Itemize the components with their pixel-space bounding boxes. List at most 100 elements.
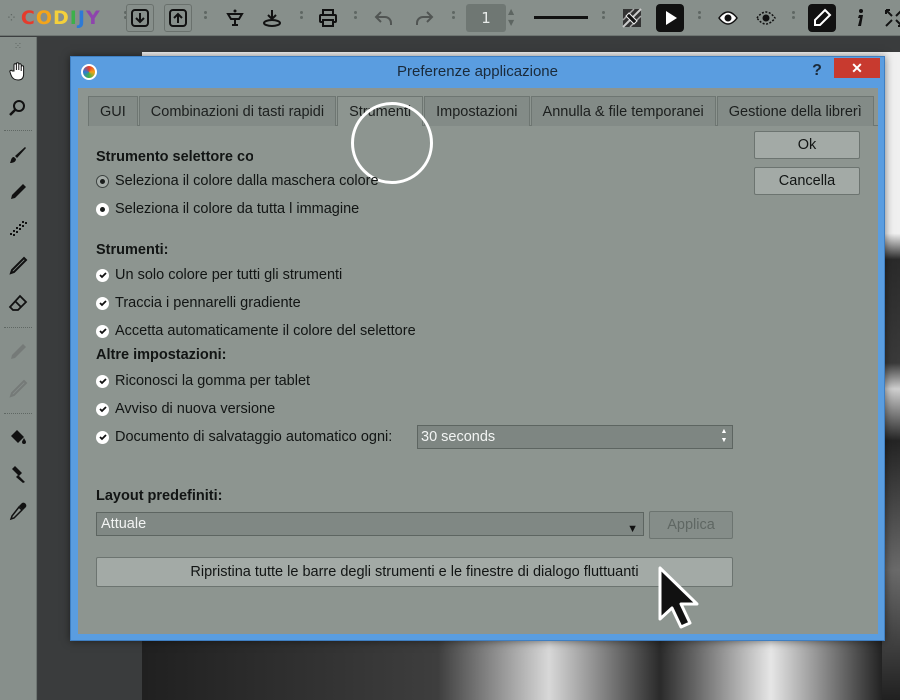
check-single-color[interactable]: Un solo colore per tutti gli strumenti [96,267,342,283]
checkbox-icon[interactable] [96,296,109,310]
option-label: Seleziona il colore dalla maschera color… [115,173,379,189]
autosave-interval-field[interactable]: 30 seconds ▲ ▼ [417,425,733,449]
color-recipe-button[interactable] [258,4,286,32]
option-label: Traccia i pennarelli gradiente [115,295,301,311]
left-toolbar: ⁙ [0,37,37,700]
redo-icon [416,11,434,25]
hand-icon [9,62,25,81]
tab-library[interactable]: Gestione della librerì [716,96,874,126]
pencil-tool[interactable] [4,178,32,206]
separator [4,413,32,414]
option-label: Riconosci la gomma per tablet [115,373,311,389]
spray-tool[interactable] [4,215,32,243]
dialog-title: Preferenze applicazione [397,63,558,80]
fullscreen-icon [885,9,900,27]
option-label: Documento di salvataggio automatico ogni… [115,429,393,445]
checkbox-icon[interactable] [96,324,109,338]
grip-icon: ⁙ [13,40,23,52]
brand-letter: J [77,7,86,29]
autosave-stepper[interactable]: ▲ ▼ [717,427,731,445]
fullscreen-button[interactable] [880,4,900,32]
smudge-tool[interactable] [4,338,32,366]
open-button[interactable] [126,4,154,32]
checkbox-icon[interactable] [96,268,109,282]
brand-logo: CODIJY [21,7,101,29]
print-icon [319,9,337,27]
photo-bottom-strip [142,640,882,700]
check-autosave[interactable]: Documento di salvataggio automatico ogni… [96,429,392,445]
checkbox-icon[interactable] [96,374,109,388]
mouse-cursor-icon [658,566,699,629]
tab-settings[interactable]: Impostazioni [424,96,530,126]
thin-pen-tool[interactable] [4,252,32,280]
tab-undo-temp[interactable]: Annulla & file temporanei [530,96,716,126]
save-button[interactable] [164,4,192,32]
apply-button[interactable]: Applica [649,511,733,539]
line-tool[interactable] [4,375,32,403]
option-select-from-mask[interactable]: Seleziona il colore dalla maschera color… [96,173,379,189]
layout-select[interactable]: Attuale ▼ [96,512,644,536]
brand-letter: D [53,7,70,29]
toolbar-grip[interactable] [450,11,458,25]
close-button[interactable]: ✕ [834,58,880,78]
fill-button[interactable] [618,4,646,32]
redo-button[interactable] [410,4,438,32]
toolbar-grip[interactable] [352,11,360,25]
spray-icon [10,221,27,236]
check-auto-accept-color[interactable]: Accetta automaticamente il colore del se… [96,323,416,339]
fill-bucket-tool[interactable] [4,423,32,451]
brand-letter: O [35,7,54,29]
checkbox-icon[interactable] [96,430,109,444]
hammer-tool[interactable] [4,460,32,488]
toolbar-grip[interactable] [298,11,306,25]
grip-icon[interactable]: ⁘ [6,11,17,26]
help-button[interactable]: ? [806,60,828,82]
eraser-tool[interactable] [4,289,32,317]
page-spinbox[interactable]: 1 [466,4,506,32]
eraser-icon [8,294,28,311]
left-toolbar-grip[interactable]: ⁙ [4,40,32,52]
tab-gui[interactable]: GUI [88,96,138,126]
eyedropper-tool[interactable] [4,497,32,525]
info-button[interactable] [846,4,874,32]
print-button[interactable] [314,4,342,32]
reset-toolbars-button[interactable]: Ripristina tutte le barre degli strument… [96,557,733,587]
option-select-from-image[interactable]: Seleziona il colore da tutta l immagine [96,201,359,217]
preview-button[interactable] [714,4,742,32]
mask-icon [756,11,776,25]
undo-button[interactable] [370,4,398,32]
option-label: Seleziona il colore da tutta l immagine [115,201,360,217]
selector-heading: Strumento selettore colo [96,149,253,165]
brand-letter: I [69,7,78,29]
radio-icon[interactable] [96,202,109,216]
zoom-tool[interactable] [4,94,32,122]
tab-highlight-circle [351,102,433,184]
mask-button[interactable] [752,4,780,32]
toolbar-grip[interactable] [202,11,210,25]
radio-icon[interactable] [96,174,109,188]
play-button[interactable] [656,4,684,32]
hand-tool[interactable] [4,57,32,85]
line-icon [9,379,28,398]
check-tablet-eraser[interactable]: Riconosci la gomma per tablet [96,373,310,389]
pen-mode-button[interactable] [808,4,836,32]
check-new-version[interactable]: Avviso di nuova versione [96,401,275,417]
color-recipe-icon [263,10,281,27]
color-lib-button[interactable] [221,4,249,32]
toolbar-grip[interactable] [696,11,704,25]
brush-tool[interactable] [4,141,32,169]
check-gradient-markers[interactable]: Traccia i pennarelli gradiente [96,295,301,311]
tools-heading: Strumenti: [96,242,169,258]
ok-button[interactable]: Ok [754,131,860,159]
cancel-button[interactable]: Cancella [754,167,860,195]
page-stepper[interactable]: ▲ ▼ [508,6,514,28]
toolbar-grip[interactable] [600,11,608,25]
tab-shortcuts[interactable]: Combinazioni di tasti rapidi [138,96,337,126]
other-settings-heading: Altre impostazioni: [96,347,227,363]
brush-size-line[interactable] [534,16,588,19]
option-label: Un solo colore per tutti gli strumenti [115,267,343,283]
eyedropper-icon [9,502,27,521]
smudge-icon [11,344,26,359]
checkbox-icon[interactable] [96,402,109,416]
toolbar-grip[interactable] [790,11,798,25]
